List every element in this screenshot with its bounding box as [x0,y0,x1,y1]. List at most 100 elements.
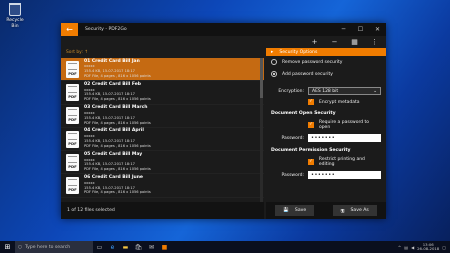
radio-circle [271,71,277,77]
password-label: Password: [281,135,304,141]
scrollbar[interactable] [260,58,263,202]
notifications-icon[interactable]: ▢ [442,245,446,250]
date: 26-08-2018 [417,246,440,251]
permission-password-row: Password: ••••••• [266,169,386,181]
pdf-file-icon: PDF [66,130,79,148]
network-icon[interactable]: ▤ [404,245,408,250]
save-as-button[interactable]: 🖫 Save As [332,205,377,216]
file-meta: 06 Credit Card Bill June xxxxx 155.4 KB, 1… [84,175,151,195]
permission-security-heading: Document Permission Security [271,148,351,153]
taskbar: ⊞ ○ Type here to search ▭ e ▬ 🛍 ✉ ■ ^ ▤ ◀… [0,241,450,253]
minimize-button[interactable]: ─ [335,26,352,33]
pdf-file-icon: PDF [66,153,79,171]
list-item[interactable]: PDF 05 Credit Card Bill May xxxxx 155.4 KB,… [61,151,264,175]
encrypt-metadata-checkbox[interactable]: ✓ Encrypt metadata [266,97,386,107]
encryption-label: Encryption: [278,88,304,94]
file-details: PDF File, 4 pages , 816 x 1056 points [84,73,151,78]
recycle-bin-icon [9,3,21,16]
add-security-radio[interactable]: Add password security [266,68,386,80]
open-password-row: Password: ••••••• [266,132,386,144]
file-meta: 01 Credit Card Bill Jan xxxxx 155.4 KB, 15… [84,59,151,79]
panel-title: Security Options [279,49,318,55]
chevron-down-icon: ⌄ [373,88,377,94]
file-details: PDF File, 4 pages , 816 x 1056 points [84,190,151,195]
panel-header-icon: ▸ [271,49,274,55]
list-item[interactable]: PDF 03 Credit Card Bill March xxxxx 155.4 K… [61,105,264,128]
sort-header[interactable]: Sort by: ↑ [61,48,264,57]
taskbar-search[interactable]: ○ Type here to search [15,241,93,253]
app-icon[interactable]: ■ [158,244,171,251]
title-bar: ← Security - PDF2Go ─ ☐ ✕ [61,23,386,36]
system-tray: ^ ▤ ◀ 13:06 26-08-2018 ▢ [398,242,450,252]
save-label: Save [294,208,307,213]
store-icon[interactable]: 🛍 [132,244,145,251]
radio-label: Remove password security [282,59,343,65]
file-name: 02 Credit Card Bill Feb [84,81,142,87]
task-view-icon[interactable]: ▭ [93,244,106,251]
search-placeholder: Type here to search [25,244,71,250]
pdf-file-icon: PDF [66,107,79,125]
more-options-icon[interactable]: ⋮ [369,38,380,46]
checkbox-label: Restrict printing and editing [318,157,365,167]
back-button[interactable]: ← [61,23,78,36]
grid-icon[interactable]: ▦ [349,38,360,46]
list-item[interactable]: PDF 01 Credit Card Bill Jan xxxxx 155.4 KB,… [61,58,264,82]
remove-security-radio[interactable]: Remove password security [266,56,386,68]
remove-icon[interactable]: − [329,38,340,46]
action-bar: 💾 Save 🖫 Save As [266,202,386,219]
clock[interactable]: 13:06 26-08-2018 [417,242,440,252]
desktop-icon-label: Recycle Bin [6,18,24,29]
file-meta: 04 Credit Card Bill April xxxxx 155.4 KB, … [84,129,151,148]
encryption-row: Encryption: AES 128 bit ⌄ [266,85,386,97]
status-text: 1 of 12 files selected [61,202,264,219]
windows-start-icon[interactable]: ⊞ [0,243,15,251]
save-as-icon: 🖫 [340,208,345,214]
scrollbar-thumb[interactable] [260,58,263,98]
check-icon: ✓ [308,159,314,165]
recycle-bin-desktop-icon[interactable]: Recycle Bin [4,3,26,29]
open-password-field[interactable]: ••••••• [308,134,381,142]
file-list: PDF 01 Credit Card Bill Jan xxxxx 155.4 KB,… [61,58,264,202]
edge-browser-icon[interactable]: e [106,244,119,251]
file-meta: 02 Credit Card Bill Feb xxxxx 155.4 KB, 15… [84,81,151,102]
open-security-heading: Document Open Security [271,111,336,116]
file-details: PDF File, 4 pages , 816 x 1056 points [84,120,151,125]
pdf-file-icon: PDF [66,83,79,101]
check-icon: ✓ [308,122,314,128]
mail-icon[interactable]: ✉ [145,244,158,251]
radio-label: Add password security [282,71,333,77]
panel-header: ▸ Security Options [266,48,386,56]
add-icon[interactable]: + [309,38,320,46]
file-meta: 05 Credit Card Bill May xxxxx 155.4 KB, 15… [84,151,151,172]
tray-chevron-icon[interactable]: ^ [398,245,401,250]
search-icon: ○ [18,244,23,250]
encryption-value: AES 128 bit [312,88,339,94]
encryption-select[interactable]: AES 128 bit ⌄ [308,87,381,95]
file-explorer-icon[interactable]: ▬ [119,244,132,251]
volume-icon[interactable]: ◀ [411,245,414,250]
list-item[interactable]: PDF 02 Credit Card Bill Feb xxxxx 155.4 KB,… [61,81,264,105]
permission-password-field[interactable]: ••••••• [308,171,381,179]
checkbox-label: Require a password to open [318,120,370,130]
close-button[interactable]: ✕ [369,26,386,33]
password-label: Password: [281,172,304,178]
list-item[interactable]: PDF 06 Credit Card Bill June xxxxx 155.4 KB… [61,174,264,198]
app-window: ← Security - PDF2Go ─ ☐ ✕ + − ▦ ⋮ Sort b… [61,23,386,219]
require-password-checkbox[interactable]: ✓ Require a password to open [266,118,386,132]
save-button[interactable]: 💾 Save [275,205,315,216]
file-details: PDF File, 4 pages , 816 x 1056 points [84,97,151,102]
pdf-file-icon: PDF [66,60,79,78]
file-details: PDF File, 4 pages , 816 x 1056 points [84,167,151,172]
file-name: 05 Credit Card Bill May [84,151,143,157]
save-as-label: Save As [350,208,369,213]
window-title: Security - PDF2Go [85,27,127,32]
file-details: PDF File, 4 pages , 816 x 1056 points [84,143,151,148]
maximize-button[interactable]: ☐ [352,26,369,33]
security-panel: ▸ Security Options Remove password securi… [266,48,386,202]
save-icon: 💾 [283,208,289,213]
check-icon: ✓ [308,99,314,105]
file-meta: 03 Credit Card Bill March xxxxx 155.4 KB, … [84,105,151,125]
list-item[interactable]: PDF 04 Credit Card Bill April xxxxx 155.4 K… [61,128,264,152]
pdf-file-icon: PDF [66,177,79,195]
restrict-checkbox[interactable]: ✓ Restrict printing and editing [266,155,386,169]
